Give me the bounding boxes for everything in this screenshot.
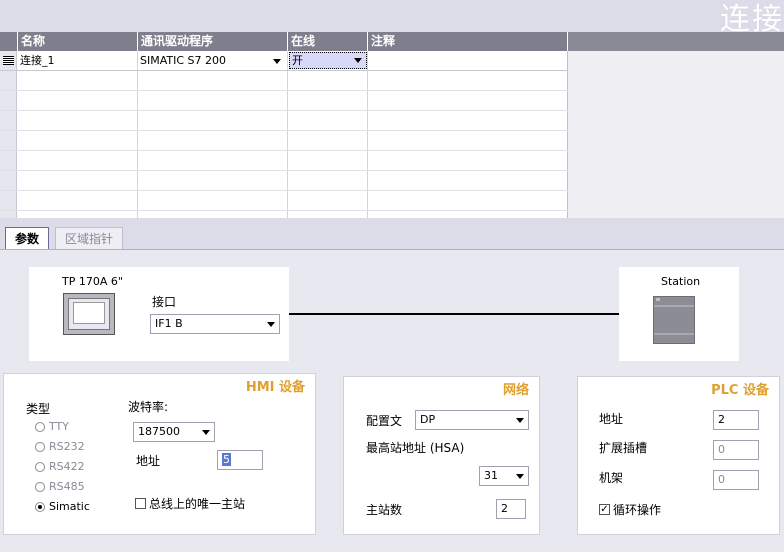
table-row-empty: [0, 91, 568, 111]
station-box: Station: [619, 267, 739, 361]
radio-rs422[interactable]: [35, 462, 45, 472]
network-group-title: 网络: [502, 383, 529, 398]
single-master-label: 总线上的唯一主站: [149, 497, 246, 511]
profile-label: 配置文: [366, 414, 403, 428]
title-bar: 连接: [0, 0, 784, 37]
table-row[interactable]: 连接_1 SIMATIC S7 200 开: [0, 51, 568, 71]
hmi-address-input[interactable]: 5: [217, 450, 263, 470]
slot-label: 扩展插槽: [599, 441, 648, 455]
plc-address-input[interactable]: 2: [713, 410, 759, 430]
chevron-down-icon: [202, 430, 210, 435]
station-label: Station: [661, 275, 701, 288]
online-dropdown-icon[interactable]: [354, 58, 362, 63]
column-header-driver[interactable]: 通讯驱动程序: [138, 32, 288, 51]
radio-tty[interactable]: [35, 422, 45, 432]
interface-select[interactable]: IF1 B: [150, 314, 280, 334]
table-row-empty: [0, 131, 568, 151]
hsa-value: 31: [484, 469, 498, 482]
cyclic-checkbox[interactable]: ✓: [599, 504, 610, 515]
table-row-empty: [0, 191, 568, 211]
rack-input[interactable]: 0: [713, 470, 759, 490]
network-group: 网络 配置文 DP 最高站地址 (HSA) 31 主站数 2: [343, 376, 540, 535]
table-corner: [0, 32, 18, 51]
slot-input[interactable]: 0: [713, 440, 759, 460]
driver-dropdown-icon[interactable]: [273, 59, 281, 64]
hsa-select[interactable]: 31: [479, 466, 529, 486]
column-header-empty: [568, 32, 784, 51]
radio-rs232[interactable]: [35, 442, 45, 452]
hmi-address-label: 地址: [136, 454, 161, 468]
parameters-panel: TP 170A 6" 接口 IF1 B Station HMI 设备 类型 TT…: [0, 249, 784, 552]
radio-label: TTY: [49, 420, 69, 433]
baud-label: 波特率:: [128, 400, 169, 414]
plc-group-title: PLC 设备: [711, 383, 769, 398]
interface-value: IF1 B: [155, 317, 183, 330]
radio-label: RS422: [49, 460, 85, 473]
online-value: 开: [292, 54, 303, 67]
masters-value: 2: [501, 502, 508, 515]
hmi-group-title: HMI 设备: [245, 380, 305, 395]
table-row-empty: [0, 151, 568, 171]
hmi-device-box: TP 170A 6" 接口 IF1 B: [29, 267, 289, 361]
radio-label: RS232: [49, 440, 85, 453]
rack-value: 0: [718, 473, 725, 486]
table-row-empty: [0, 111, 568, 131]
baud-select[interactable]: 187500: [133, 422, 215, 442]
profile-select[interactable]: DP: [415, 410, 529, 430]
radio-label: RS485: [49, 480, 85, 493]
hsa-label: 最高站地址 (HSA): [366, 441, 465, 455]
column-header-name[interactable]: 名称: [18, 32, 138, 51]
masters-label: 主站数: [366, 503, 403, 517]
interface-label: 接口: [152, 295, 177, 309]
table-row-empty: [0, 171, 568, 191]
table-empty-area: [568, 51, 784, 218]
rack-label: 机架: [599, 471, 624, 485]
single-master-checkbox[interactable]: [135, 498, 146, 509]
radio-rs485[interactable]: [35, 482, 45, 492]
profile-value: DP: [420, 413, 436, 426]
tab-parameters[interactable]: 参数: [5, 227, 50, 251]
baud-value: 187500: [138, 425, 180, 438]
slot-value: 0: [718, 443, 725, 456]
chevron-down-icon: [516, 418, 524, 423]
cell-online-select[interactable]: 开: [289, 52, 367, 69]
connections-table: 名称 通讯驱动程序 在线 注释 连接_1 SIMATIC S7 200 开: [0, 32, 784, 218]
tab-area-pointer[interactable]: 区域指针: [55, 227, 124, 249]
row-grid-icon: [3, 56, 14, 65]
hmi-address-value: 5: [222, 453, 231, 466]
cell-driver[interactable]: SIMATIC S7 200: [140, 52, 226, 70]
column-header-online[interactable]: 在线: [288, 32, 368, 51]
type-label: 类型: [26, 402, 51, 416]
hmi-device-label: TP 170A 6": [62, 275, 123, 288]
chevron-down-icon: [267, 322, 275, 327]
masters-input[interactable]: 2: [496, 499, 526, 519]
network-line: [289, 313, 620, 315]
plc-device-group: PLC 设备 地址 2 扩展插槽 0 机架 0 ✓ 循环操作: [577, 376, 780, 535]
hmi-device-icon: [63, 293, 115, 335]
cyclic-label: 循环操作: [613, 503, 662, 517]
tab-strip: 参数 区域指针: [0, 218, 784, 252]
radio-label: Simatic: [49, 500, 90, 513]
plc-station-icon: [653, 296, 695, 344]
plc-address-value: 2: [718, 413, 725, 426]
column-header-comment[interactable]: 注释: [368, 32, 568, 51]
radio-simatic[interactable]: [35, 502, 45, 512]
cell-name[interactable]: 连接_1: [20, 52, 55, 70]
chevron-down-icon: [516, 474, 524, 479]
plc-address-label: 地址: [599, 412, 624, 426]
hmi-device-group: HMI 设备 类型 TTY RS232 RS422 RS485 Simatic …: [3, 373, 316, 535]
table-row-empty: [0, 71, 568, 91]
